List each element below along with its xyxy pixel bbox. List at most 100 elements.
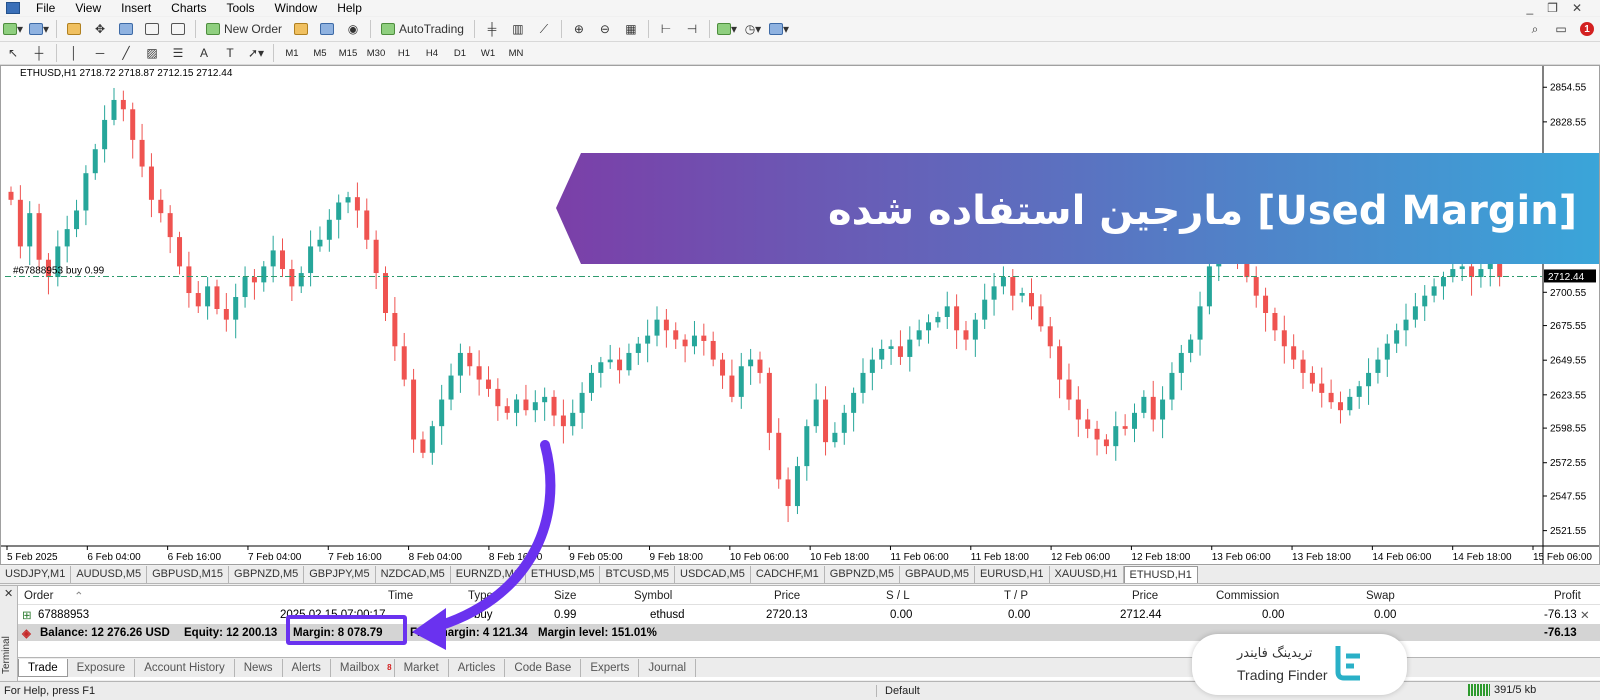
header-sl[interactable]: S / L [886, 590, 910, 602]
autotrading-button[interactable]: AutoTrading [377, 19, 468, 39]
tab-news[interactable]: News [235, 659, 283, 677]
close-icon[interactable]: ✕ [1572, 1, 1582, 15]
symbol-tab[interactable]: CADCHF,M1 [751, 566, 825, 583]
timeframe-h1[interactable]: H1 [390, 44, 418, 62]
menu-charts[interactable]: Charts [161, 0, 216, 16]
symbol-tab[interactable]: GBPAUD,M5 [900, 566, 975, 583]
zoom-out-button[interactable]: ⊖ [594, 19, 616, 39]
order-tp[interactable]: 0.00 [1008, 609, 1030, 621]
search-button[interactable]: ⌕ [1524, 19, 1546, 39]
vertical-line-button[interactable]: │ [63, 43, 85, 63]
chart-area[interactable]: 2854.552828.552802.552777.552751.552726.… [0, 65, 1600, 565]
timeframe-d1[interactable]: D1 [446, 44, 474, 62]
market-watch-button[interactable] [63, 19, 85, 39]
symbol-tab[interactable]: USDJPY,M1 [0, 566, 72, 583]
chat-button[interactable]: ▭ [1550, 19, 1572, 39]
data-window-button[interactable] [115, 19, 137, 39]
menu-window[interactable]: Window [265, 0, 328, 16]
tab-mailbox[interactable]: Mailbox 8 [331, 659, 395, 677]
line-chart-button[interactable]: ⟋ [533, 19, 555, 39]
text-button[interactable]: A [193, 43, 215, 63]
menu-insert[interactable]: Insert [111, 0, 161, 16]
zoom-in-button[interactable]: ⊕ [568, 19, 590, 39]
symbol-tab[interactable]: ETHUSD,M5 [526, 566, 601, 583]
symbol-tab[interactable]: BTCUSD,M5 [600, 566, 676, 583]
header-commission[interactable]: Commission [1216, 590, 1279, 602]
header-time[interactable]: Time [388, 590, 413, 602]
timeframe-mn[interactable]: MN [502, 44, 530, 62]
new-order-button[interactable]: New Order [202, 19, 286, 39]
timeframe-m30[interactable]: M30 [362, 44, 390, 62]
chart-shift-button[interactable]: ⊢ [655, 19, 677, 39]
tile-windows-button[interactable]: ▦ [620, 19, 642, 39]
fibo-button[interactable]: ☰ [167, 43, 189, 63]
symbol-tab[interactable]: XAUUSD,H1 [1050, 566, 1124, 583]
symbol-tab[interactable]: GBPNZD,M5 [229, 566, 305, 583]
templates-button[interactable]: ▾ [768, 19, 790, 39]
timeframe-h4[interactable]: H4 [418, 44, 446, 62]
header-price[interactable]: Price [774, 590, 800, 602]
symbol-tab[interactable]: ETHUSD,H1 [1123, 566, 1198, 583]
order-row[interactable]: ⊞ 67888953 2025.02.15 07:00:17 buy 0.99 … [18, 606, 1600, 623]
close-icon[interactable]: ✕ [4, 587, 13, 600]
close-position-icon[interactable]: ✕ [1580, 608, 1590, 622]
bar-chart-button[interactable]: ╪ [481, 19, 503, 39]
menu-tools[interactable]: Tools [217, 0, 265, 16]
symbol-tab[interactable]: GBPNZD,M5 [825, 566, 900, 583]
metaeditor-button[interactable] [290, 19, 312, 39]
tab-account-history[interactable]: Account History [135, 659, 235, 677]
terminal-button[interactable] [141, 19, 163, 39]
menu-file[interactable]: File [26, 0, 65, 16]
arrows-button[interactable]: ➚ ▾ [245, 43, 267, 63]
symbol-tab[interactable]: EURUSD,H1 [975, 566, 1050, 583]
indicators-button[interactable]: ▾ [716, 19, 738, 39]
header-symbol[interactable]: Symbol [634, 590, 672, 602]
menu-help[interactable]: Help [327, 0, 372, 16]
navigator-button[interactable]: ✥ [89, 19, 111, 39]
tab-market[interactable]: Market [395, 659, 449, 677]
channel-button[interactable]: ▨ [141, 43, 163, 63]
candle-chart-button[interactable]: ▥ [507, 19, 529, 39]
symbol-tab[interactable]: AUDUSD,M5 [71, 566, 148, 583]
periods-button[interactable]: ◷ ▾ [742, 19, 764, 39]
label-button[interactable]: T [219, 43, 241, 63]
header-size[interactable]: Size [554, 590, 576, 602]
tab-experts[interactable]: Experts [581, 659, 640, 677]
timeframe-w1[interactable]: W1 [474, 44, 502, 62]
timeframe-m5[interactable]: M5 [306, 44, 334, 62]
tab-alerts[interactable]: Alerts [283, 659, 331, 677]
notifications-button[interactable]: 1 [1576, 19, 1598, 39]
menu-view[interactable]: View [65, 0, 111, 16]
restore-icon[interactable]: ❐ [1547, 1, 1558, 15]
header-tp[interactable]: T / P [1004, 590, 1028, 602]
header-swap[interactable]: Swap [1366, 590, 1395, 602]
tab-journal[interactable]: Journal [639, 659, 697, 677]
timeframe-m1[interactable]: M1 [278, 44, 306, 62]
horizontal-line-button[interactable]: ─ [89, 43, 111, 63]
trendline-button[interactable]: ╱ [115, 43, 137, 63]
autoscroll-button[interactable]: ⊣ [681, 19, 703, 39]
crosshair-button[interactable]: ┼ [28, 43, 50, 63]
profiles-button[interactable]: ▾ [28, 19, 50, 39]
tab-exposure[interactable]: Exposure [68, 659, 136, 677]
order-sl[interactable]: 0.00 [890, 609, 912, 621]
symbol-tab[interactable]: EURNZD,M1 [451, 566, 526, 583]
tester-button[interactable] [167, 19, 189, 39]
minimize-icon[interactable]: _ [1526, 1, 1533, 15]
symbol-tab[interactable]: GBPUSD,M15 [147, 566, 230, 583]
tab-articles[interactable]: Articles [449, 659, 506, 677]
signals-button[interactable] [316, 19, 338, 39]
header-profit[interactable]: Profit [1554, 590, 1581, 602]
tab-trade[interactable]: Trade [18, 659, 68, 677]
timeframe-m15[interactable]: M15 [334, 44, 362, 62]
cursor-button[interactable]: ↖ [2, 43, 24, 63]
new-chart-button[interactable]: ▾ [2, 19, 24, 39]
tab-code-base[interactable]: Code Base [505, 659, 582, 677]
header-order[interactable]: Order [24, 590, 53, 602]
header-price-current[interactable]: Price [1132, 590, 1158, 602]
symbol-tab[interactable]: NZDCAD,M5 [376, 566, 451, 583]
symbol-tab[interactable]: GBPJPY,M5 [304, 566, 376, 583]
market-button[interactable]: ◉ [342, 19, 364, 39]
symbol-tab[interactable]: USDCAD,M5 [675, 566, 751, 583]
header-type[interactable]: Type [468, 590, 493, 602]
